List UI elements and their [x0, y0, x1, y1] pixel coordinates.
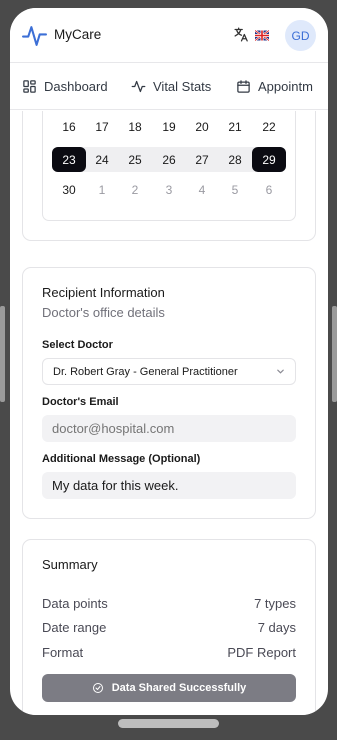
calendar-day[interactable]: 21: [218, 114, 252, 139]
phone-screen: MyCare GD Dashboard Vital Stats Appointm…: [10, 8, 328, 715]
calendar-day-outside-month[interactable]: 5: [218, 177, 252, 202]
nav-tab-dashboard[interactable]: Dashboard: [22, 63, 108, 109]
calendar-day-outside-month[interactable]: 4: [185, 177, 219, 202]
top-nav: Dashboard Vital Stats Appointm: [10, 63, 328, 110]
app-name: MyCare: [54, 27, 102, 42]
nav-tab-vital-stats[interactable]: Vital Stats: [131, 63, 212, 109]
calendar-day-outside-month[interactable]: 6: [252, 177, 286, 202]
nav-tab-label: Vital Stats: [153, 79, 212, 94]
calendar: 16 17 18 19 20 21 22 23 24 25 26 27 28 2…: [42, 111, 296, 221]
language-flag-icon[interactable]: [254, 28, 270, 42]
calendar-day[interactable]: 20: [185, 114, 219, 139]
card-title: Recipient Information: [42, 285, 165, 300]
nav-tab-label: Dashboard: [44, 79, 108, 94]
summary-label: Date range: [42, 620, 107, 635]
main-content[interactable]: 16 17 18 19 20 21 22 23 24 25 26 27 28 2…: [10, 111, 328, 715]
device-side-button-right: [332, 306, 337, 402]
summary-label: Data points: [42, 596, 108, 611]
select-doctor-label: Select Doctor: [42, 339, 113, 351]
calendar-day[interactable]: 30: [52, 177, 86, 202]
calendar-day[interactable]: 22: [252, 114, 286, 139]
date-range-card: 16 17 18 19 20 21 22 23 24 25 26 27 28 2…: [22, 111, 316, 241]
summary-card: Summary Data points 7 types Date range 7…: [22, 539, 316, 715]
summary-value: PDF Report: [227, 645, 296, 660]
calendar-day[interactable]: 25: [118, 147, 152, 172]
data-shared-button[interactable]: Data Shared Successfully: [42, 674, 296, 702]
doctor-select-value: Dr. Robert Gray - General Practitioner: [53, 365, 238, 378]
calendar-icon: [237, 80, 250, 93]
nav-tab-label: Appointm: [258, 79, 313, 94]
home-indicator[interactable]: [118, 719, 219, 728]
calendar-day-outside-month[interactable]: 3: [152, 177, 186, 202]
additional-message-input[interactable]: My data for this week.: [42, 472, 296, 499]
heartbeat-icon: [22, 26, 47, 46]
calendar-day[interactable]: 26: [152, 147, 186, 172]
card-title: Summary: [42, 557, 98, 572]
calendar-day[interactable]: 19: [152, 114, 186, 139]
dashboard-icon: [23, 80, 36, 93]
doctor-select[interactable]: Dr. Robert Gray - General Practitioner: [42, 358, 296, 385]
calendar-day[interactable]: 17: [85, 114, 119, 139]
calendar-day[interactable]: 16: [52, 114, 86, 139]
doctor-email-label: Doctor's Email: [42, 396, 119, 408]
additional-message-label: Additional Message (Optional): [42, 453, 201, 465]
doctor-email-input[interactable]: [42, 415, 296, 442]
data-shared-button-label: Data Shared Successfully: [111, 682, 247, 694]
calendar-day-range-end[interactable]: 29: [252, 147, 286, 172]
nav-tab-appointments[interactable]: Appointm: [236, 63, 313, 109]
calendar-week-row: 30 1 2 3 4 5 6: [52, 177, 286, 202]
calendar-week-row: 16 17 18 19 20 21 22: [52, 114, 286, 139]
calendar-day[interactable]: 24: [85, 147, 119, 172]
calendar-week-row-selected: 23 24 25 26 27 28 29: [52, 147, 286, 172]
check-circle-icon: [92, 683, 103, 693]
activity-icon: [131, 80, 146, 93]
translate-icon[interactable]: [233, 26, 250, 43]
calendar-day[interactable]: 27: [185, 147, 219, 172]
summary-label: Format: [42, 645, 84, 660]
app-header: MyCare GD: [10, 8, 328, 63]
card-subtitle: Doctor's office details: [42, 305, 165, 320]
summary-value: 7 types: [254, 596, 296, 611]
summary-value: 7 days: [257, 620, 296, 635]
calendar-day[interactable]: 18: [118, 114, 152, 139]
calendar-day[interactable]: 28: [218, 147, 252, 172]
device-side-button-left: [0, 306, 5, 402]
chevron-down-icon: [277, 369, 284, 374]
recipient-information-card: Recipient Information Doctor's office de…: [22, 267, 316, 519]
calendar-day-range-start[interactable]: 23: [52, 147, 86, 172]
calendar-day-outside-month[interactable]: 2: [118, 177, 152, 202]
user-avatar[interactable]: GD: [285, 20, 316, 51]
calendar-day-outside-month[interactable]: 1: [85, 177, 119, 202]
